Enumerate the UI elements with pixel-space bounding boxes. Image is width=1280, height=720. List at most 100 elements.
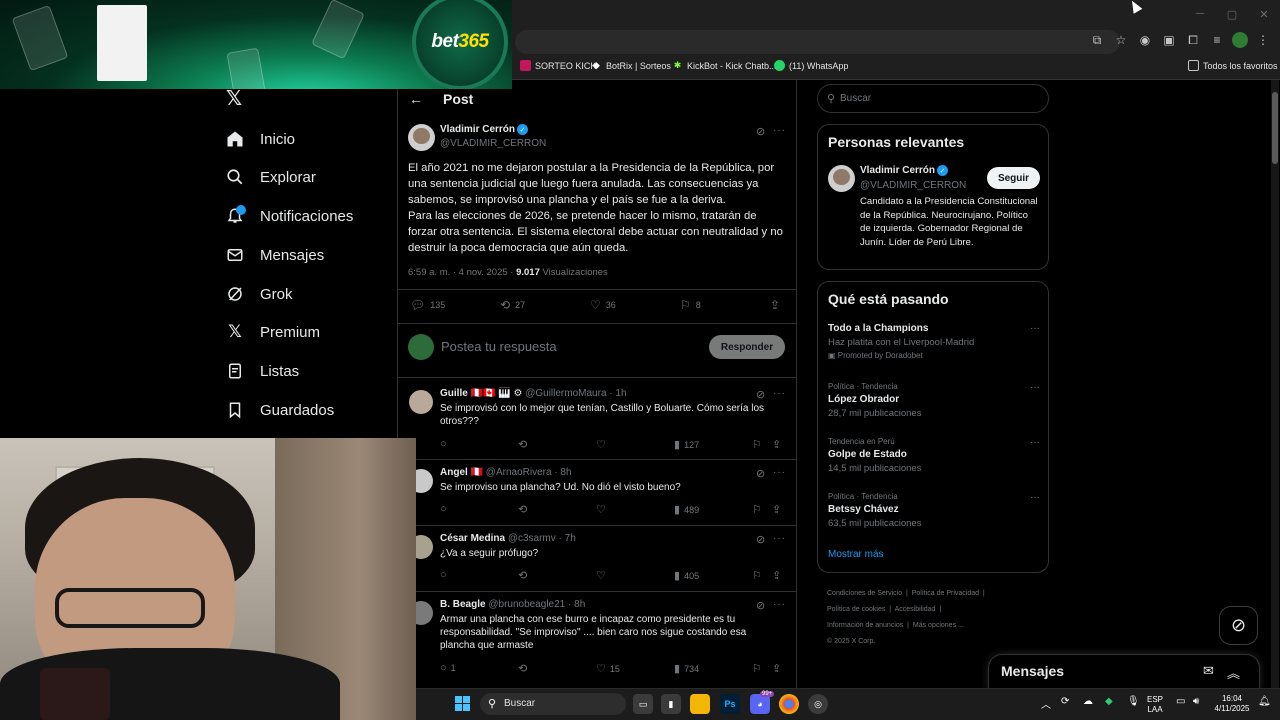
extension-card-icon[interactable]: ▣ [1160, 31, 1178, 49]
terms-link[interactable]: Condiciones de Servicio [827, 590, 902, 597]
search-box[interactable]: ⚲ Buscar [817, 84, 1049, 113]
grok-explain-icon[interactable]: ⊘ [756, 125, 765, 138]
discord-icon[interactable]: ◕ [750, 694, 770, 714]
star-bookmark-icon[interactable]: ☆ [1112, 31, 1130, 49]
bookmark-action[interactable]: ⚐ [752, 438, 762, 451]
tray-overflow-icon[interactable]: ︿ [1041, 696, 1051, 711]
more-options-icon[interactable]: ··· [1030, 323, 1040, 334]
file-explorer-icon[interactable] [690, 694, 710, 714]
like-action[interactable]: ♡ 15 [596, 662, 620, 675]
reply-action[interactable]: ○ 1 [440, 662, 456, 674]
grok-explain-icon[interactable]: ⊘ [756, 388, 765, 401]
extension-shield-icon[interactable]: ◉ [1136, 31, 1154, 49]
reply-item[interactable]: César Medina @c3sarmv · 7h ¿Va a seguir … [398, 533, 796, 590]
grok-floating-button[interactable]: ⊘ [1219, 606, 1258, 645]
cookies-link[interactable]: Política de cookies [827, 606, 885, 613]
share-action[interactable]: ⇪ [772, 438, 781, 451]
scrollbar-thumb[interactable] [1272, 92, 1278, 164]
views-action[interactable]: ▮ 734 [674, 662, 699, 675]
bookmark-sorteo-kick[interactable]: SORTEO KICK [520, 60, 596, 71]
onedrive-icon[interactable]: ☁ [1083, 696, 1093, 707]
more-options-icon[interactable]: ··· [1030, 437, 1040, 448]
profile-avatar[interactable] [1232, 32, 1248, 48]
close-window-button[interactable]: ✕ [1248, 0, 1280, 28]
messages-drawer[interactable]: Mensajes ✉ ︽ [988, 654, 1260, 690]
views-action[interactable]: ▮ 489 [674, 503, 699, 516]
more-options-icon[interactable]: ··· [773, 467, 786, 478]
author-handle[interactable]: @VLADIMIR_CERRON [440, 138, 546, 149]
reply-button[interactable]: Responder [709, 335, 785, 359]
bookmark-action[interactable]: ⚐ 8 [680, 298, 701, 312]
repost-action[interactable]: ⟲ 27 [500, 298, 525, 312]
reply-item[interactable]: B. Beagle @brunobeagle21 · 8h Armar una … [398, 599, 796, 683]
more-options-icon[interactable]: ··· [773, 533, 786, 544]
search-input[interactable]: Buscar [840, 93, 871, 104]
back-arrow-icon[interactable]: ← [409, 91, 423, 107]
nav-item-premium[interactable]: 𝕏 Premium [224, 317, 320, 347]
share-action[interactable]: ⇪ [772, 662, 781, 675]
x-logo-icon[interactable]: 𝕏 [226, 88, 246, 110]
reply-action[interactable]: ○ [440, 438, 451, 450]
reply-action[interactable]: 💬︎ 135 [410, 298, 445, 312]
install-app-icon[interactable]: ⧉ [1088, 31, 1106, 49]
new-message-icon[interactable]: ✉ [1203, 663, 1214, 679]
network-icon[interactable]: ▭ [1176, 696, 1185, 707]
share-action[interactable]: ⇪ [772, 569, 781, 582]
microphone-icon[interactable]: 🎙︎ [1127, 696, 1140, 707]
app-icon[interactable]: ▮ [661, 694, 681, 714]
sync-icon[interactable]: ⟳ [1061, 696, 1069, 707]
browser-menu-icon[interactable]: ⋮ [1254, 31, 1272, 49]
address-bar[interactable] [515, 30, 1120, 54]
share-action[interactable]: ⇪ [772, 503, 781, 516]
language-indicator[interactable]: ESP LAA [1147, 695, 1163, 715]
more-options-icon[interactable]: ··· [1030, 382, 1040, 393]
views-action[interactable]: ▮ 405 [674, 569, 699, 582]
like-action[interactable]: ♡ [596, 503, 610, 516]
photoshop-icon[interactable]: Ps [720, 694, 740, 714]
nav-item-listas[interactable]: Listas [224, 356, 299, 386]
bookmark-action[interactable]: ⚐ [752, 569, 762, 582]
trend-item[interactable]: Todo a la Champions Haz platita con el L… [828, 323, 1040, 360]
grok-explain-icon[interactable]: ⊘ [756, 533, 765, 546]
chrome-icon[interactable] [779, 694, 799, 714]
trend-item[interactable]: Política · Tendencia López Obrador 28,7 … [828, 382, 1040, 419]
relevant-handle[interactable]: @VLADIMIR_CERRON [860, 180, 966, 191]
reply-item[interactable]: Guille 🇵🇪🇨🇦 🎹 ⚙ @GuillermoMaura · 1h Se … [398, 388, 796, 458]
media-control-icon[interactable]: ≡ [1208, 31, 1226, 49]
trend-item[interactable]: Tendencia en Perú Golpe de Estado 14,5 m… [828, 437, 1040, 474]
volume-icon[interactable]: 🔊︎ [1193, 696, 1199, 707]
follow-button[interactable]: Seguir [987, 167, 1040, 189]
bookmark-all-favorites[interactable]: Todos los favoritos [1188, 60, 1278, 71]
windows-start-icon[interactable] [455, 696, 470, 711]
expand-chevron-icon[interactable]: ︽ [1227, 663, 1240, 682]
ads-info-link[interactable]: Información de anuncios [827, 622, 903, 629]
like-action[interactable]: ♡ [596, 438, 610, 451]
maximize-button[interactable]: ▢ [1216, 0, 1248, 28]
more-options-icon[interactable]: ··· [773, 388, 786, 399]
bookmark-action[interactable]: ⚐ [752, 662, 762, 675]
reply-item[interactable]: Angel 🇵🇪 @ArnaoRivera · 8h Se improviso … [398, 467, 796, 524]
more-options-icon[interactable]: ··· [1030, 492, 1040, 503]
like-action[interactable]: ♡ [596, 569, 610, 582]
scrollbar[interactable] [1271, 80, 1279, 688]
repost-action[interactable]: ⟲ [518, 503, 531, 516]
more-options-icon[interactable]: ··· [773, 599, 786, 610]
views-action[interactable]: ▮ 127 [674, 438, 699, 451]
author-name[interactable]: Vladimir Cerrón ✓ [440, 124, 529, 135]
more-options-icon[interactable]: ··· [773, 125, 786, 136]
clock[interactable]: 16:04 4/11/2025 [1210, 694, 1254, 714]
bookmark-botrix[interactable]: ◆ BotRix | Sorteos [591, 60, 671, 71]
nav-item-explorar[interactable]: Explorar [224, 162, 316, 192]
reply-input[interactable]: Postea tu respuesta [441, 339, 557, 354]
minimize-button[interactable]: ─ [1184, 0, 1216, 28]
taskbar-search[interactable]: ⚲ Buscar [480, 693, 626, 715]
grok-explain-icon[interactable]: ⊘ [756, 599, 765, 612]
bookmark-action[interactable]: ⚐ [752, 503, 762, 516]
accessibility-link[interactable]: Accesibilidad [895, 606, 936, 613]
share-action[interactable]: ⇪ [770, 298, 780, 312]
like-action[interactable]: ♡ 36 [590, 298, 616, 312]
repost-action[interactable]: ⟲ [518, 662, 531, 675]
bookmark-whatsapp[interactable]: (11) WhatsApp [774, 60, 848, 71]
task-view-icon[interactable]: ▭ [633, 694, 653, 714]
nav-item-inicio[interactable]: Inicio [224, 124, 295, 154]
